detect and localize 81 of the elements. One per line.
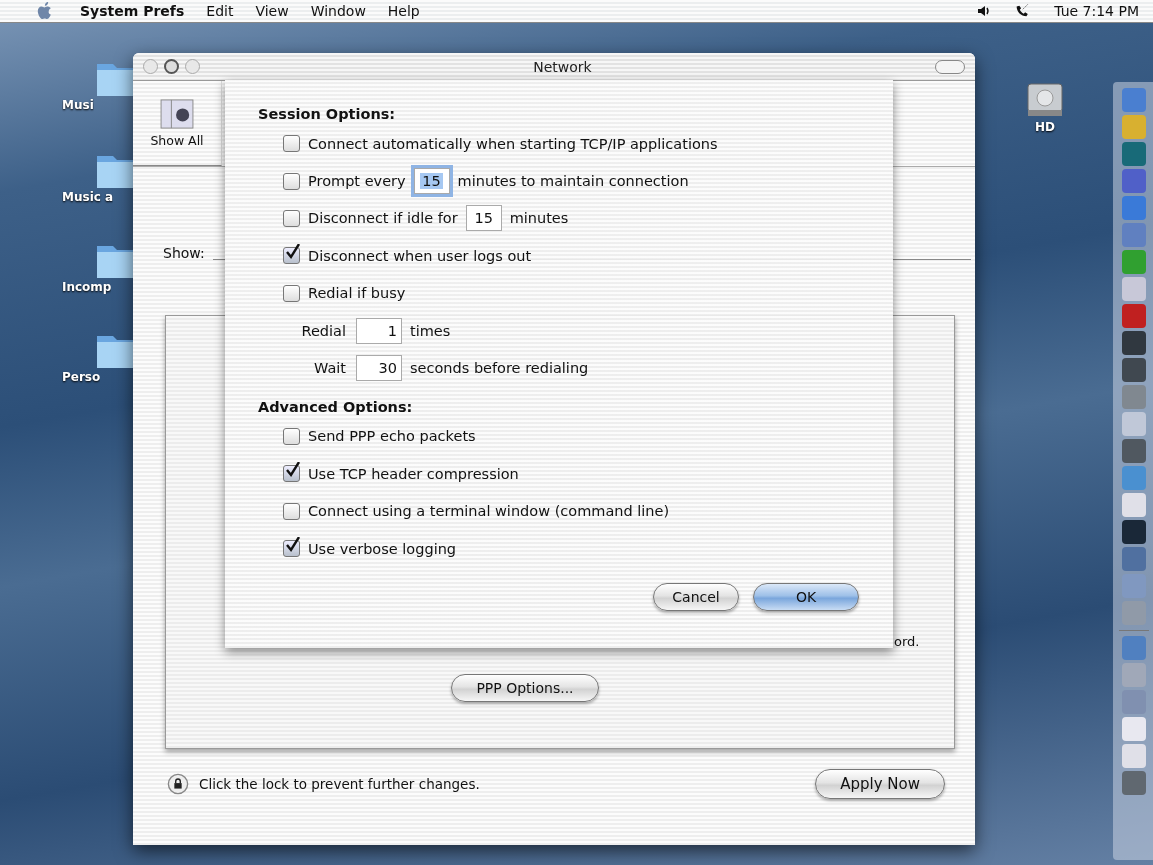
unit-label: minutes bbox=[509, 210, 569, 227]
app-icon[interactable] bbox=[1122, 115, 1146, 139]
option-label: Prompt every bbox=[308, 173, 406, 190]
show-all-button[interactable]: Show All bbox=[133, 81, 222, 166]
checkbox[interactable] bbox=[283, 209, 300, 227]
app-icon[interactable] bbox=[1122, 547, 1146, 571]
zoom-button[interactable] bbox=[185, 59, 200, 74]
number-field[interactable]: 1 bbox=[356, 317, 402, 344]
unit-label: times bbox=[410, 322, 451, 339]
menu-item[interactable]: Edit bbox=[206, 3, 234, 19]
menu-item[interactable]: Window bbox=[310, 3, 366, 19]
checkbox[interactable] bbox=[283, 284, 300, 302]
lock-icon[interactable] bbox=[167, 773, 189, 795]
number-field[interactable]: 15 bbox=[465, 205, 502, 232]
section-heading: Advanced Options: bbox=[258, 398, 414, 415]
ppp-options-button[interactable]: PPP Options... bbox=[451, 674, 599, 702]
field-label: Redial bbox=[300, 322, 347, 339]
app-icon[interactable] bbox=[1122, 304, 1146, 328]
app-menu[interactable]: System Prefs bbox=[80, 3, 185, 19]
app-icon[interactable] bbox=[1122, 520, 1146, 544]
option-label: Use TCP header compression bbox=[308, 465, 519, 482]
app-icon[interactable] bbox=[1122, 250, 1146, 274]
preferences-icon bbox=[160, 98, 194, 129]
apple-menu-icon[interactable] bbox=[36, 1, 54, 21]
menu-clock[interactable]: Tue 7:14 PM bbox=[1054, 3, 1139, 19]
desktop-icon-label[interactable]: Incomp bbox=[62, 280, 112, 294]
checkbox[interactable] bbox=[283, 465, 300, 483]
app-icon[interactable] bbox=[1122, 358, 1146, 382]
option-label: Redial if busy bbox=[308, 285, 406, 302]
app-icon[interactable] bbox=[1122, 385, 1146, 409]
desktop-icon-label[interactable]: HD bbox=[1035, 120, 1055, 134]
app-icon[interactable] bbox=[1122, 493, 1146, 517]
cancel-button[interactable]: Cancel bbox=[653, 583, 739, 612]
app-icon[interactable] bbox=[1122, 663, 1146, 687]
app-icon[interactable] bbox=[1122, 744, 1146, 768]
toolbar-toggle-button[interactable] bbox=[935, 59, 965, 74]
app-icon[interactable] bbox=[1122, 412, 1146, 436]
unit-label: seconds before redialing bbox=[410, 360, 589, 377]
app-icon[interactable] bbox=[1122, 466, 1146, 490]
app-icon[interactable] bbox=[1122, 169, 1146, 193]
app-icon[interactable] bbox=[1122, 717, 1146, 741]
lock-message: Click the lock to prevent further changes. bbox=[199, 776, 480, 792]
app-icon[interactable] bbox=[1122, 439, 1146, 463]
number-field[interactable]: 15 bbox=[413, 168, 450, 195]
checkbox[interactable] bbox=[283, 135, 300, 153]
close-button[interactable] bbox=[143, 59, 158, 74]
app-icon[interactable] bbox=[1122, 196, 1146, 220]
option-label: Disconnect if idle for bbox=[308, 210, 458, 227]
option-label: Connect using a terminal window (command line) bbox=[308, 503, 670, 520]
checkbox[interactable] bbox=[283, 502, 300, 520]
window-title: Network bbox=[532, 58, 593, 75]
apply-now-button[interactable]: Apply Now bbox=[815, 769, 945, 799]
minimize-button[interactable] bbox=[164, 59, 179, 74]
checkbox[interactable] bbox=[283, 247, 300, 265]
app-icon[interactable] bbox=[1122, 142, 1146, 166]
field-label: Wait bbox=[313, 360, 347, 377]
app-icon[interactable] bbox=[1122, 331, 1146, 355]
checkbox[interactable] bbox=[283, 172, 300, 190]
show-label: Show: bbox=[163, 245, 205, 261]
desktop-icon-label[interactable]: Music a bbox=[62, 190, 114, 204]
description-text: ord. bbox=[894, 634, 920, 649]
number-field[interactable]: 30 bbox=[356, 355, 402, 382]
app-icon[interactable] bbox=[1122, 636, 1146, 660]
app-icon[interactable] bbox=[1122, 223, 1146, 247]
app-icon[interactable] bbox=[1122, 771, 1146, 795]
option-label: Use verbose logging bbox=[308, 540, 457, 557]
checkbox[interactable] bbox=[283, 540, 300, 558]
option-label: Disconnect when user logs out bbox=[308, 247, 532, 264]
menu-item[interactable]: Help bbox=[387, 3, 420, 19]
checkbox[interactable] bbox=[283, 427, 300, 445]
phone-icon[interactable] bbox=[1014, 3, 1031, 19]
desktop-icon-label[interactable]: Perso bbox=[62, 370, 101, 384]
ok-button[interactable]: OK bbox=[753, 583, 859, 612]
menu-item[interactable]: View bbox=[255, 3, 289, 19]
option-label: Connect automatically when starting TCP/IP applications bbox=[308, 135, 718, 152]
app-icon[interactable] bbox=[1122, 277, 1146, 301]
option-label: Send PPP echo packets bbox=[308, 428, 476, 445]
desktop-icon-label[interactable]: Musi bbox=[62, 98, 94, 112]
section-heading: Session Options: bbox=[258, 106, 397, 122]
app-icon[interactable] bbox=[1122, 88, 1146, 112]
unit-label: minutes to maintain connection bbox=[457, 173, 689, 190]
